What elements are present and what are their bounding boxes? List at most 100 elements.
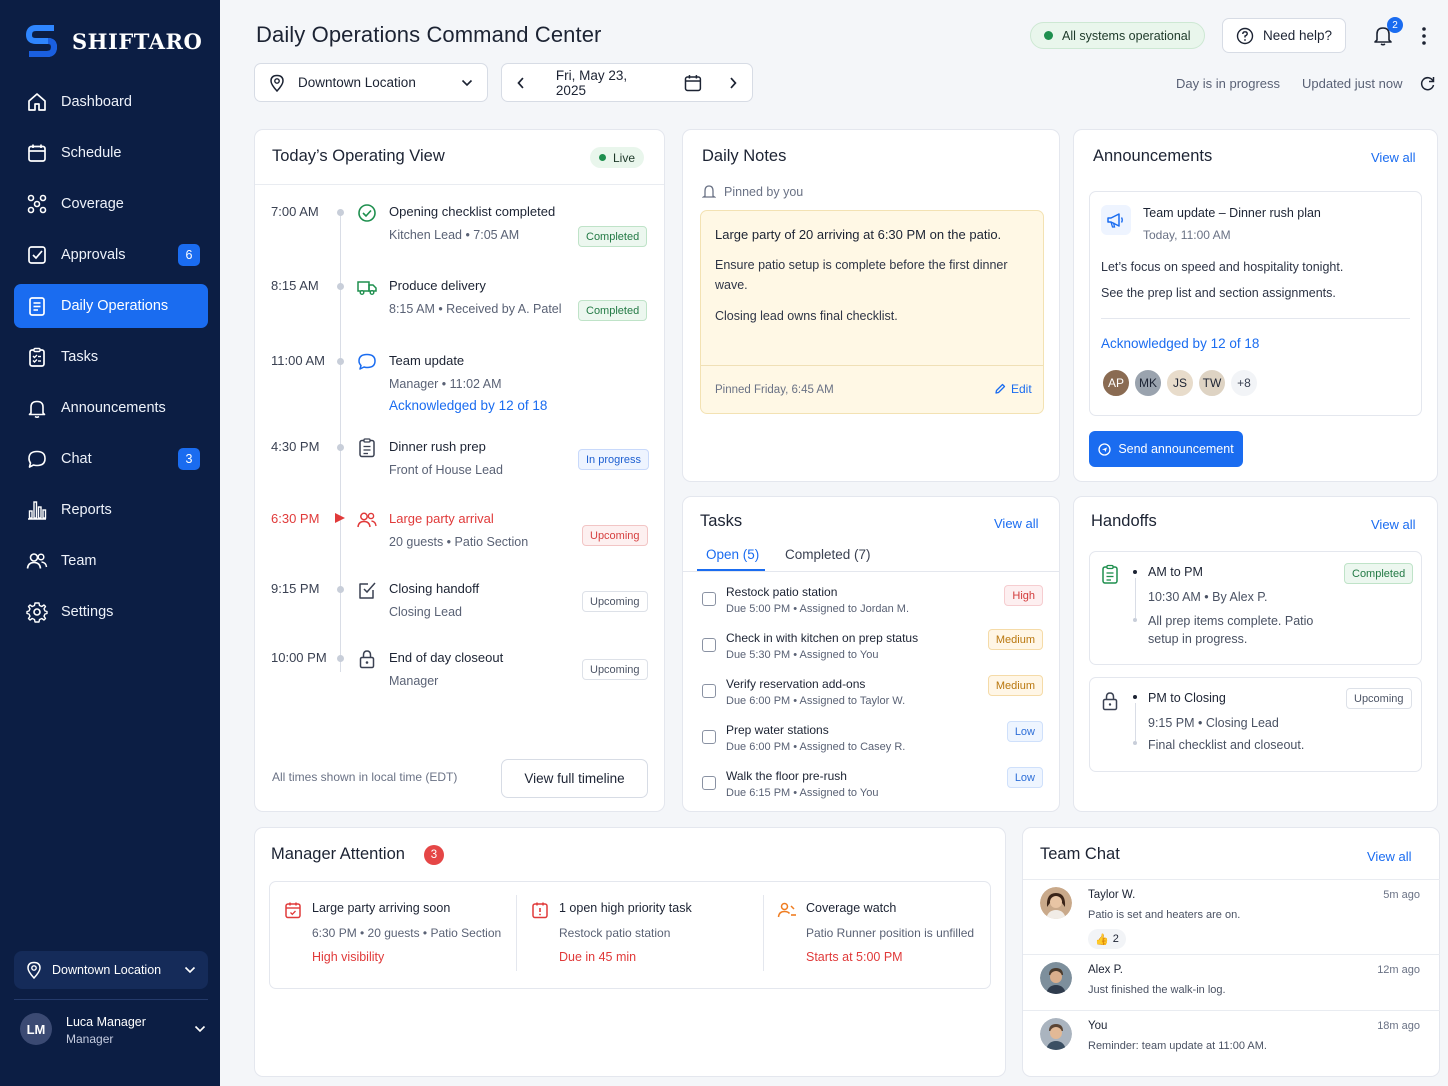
handoff-title: AM to PM [1148, 565, 1203, 579]
chat-message[interactable]: Alex P. Just finished the walk-in log. 1… [1023, 962, 1440, 1002]
user-name: Luca Manager [66, 1015, 146, 1029]
tasks-view-all-link[interactable]: View all [994, 516, 1039, 531]
sidebar-item-approvals[interactable]: Approvals 6 [14, 233, 208, 277]
announcement-divider [1101, 318, 1410, 319]
priority-badge: Low [1006, 721, 1043, 742]
acknowledged-link[interactable]: Acknowledged by 12 of 18 [1101, 336, 1259, 351]
sidebar-item-settings[interactable]: Settings [14, 590, 208, 634]
acknowledged-link[interactable]: Acknowledged by 12 of 18 [389, 398, 547, 413]
timeline-event[interactable]: 10:00 PM End of day closeout Manager Upc… [255, 650, 663, 710]
edit-note-button[interactable]: Edit [994, 382, 1032, 396]
chat-message[interactable]: You Reminder: team update at 11:00 AM. 1… [1023, 1018, 1440, 1058]
announcements-view-all-link[interactable]: View all [1371, 150, 1416, 165]
attention-item-title[interactable]: Large party arriving soon [312, 901, 450, 915]
chevron-down-icon [184, 966, 196, 974]
pinned-by-text: Pinned by you [724, 184, 804, 199]
attention-item-title[interactable]: Coverage watch [806, 901, 896, 915]
event-title: End of day closeout [389, 650, 504, 665]
timeline-dot [337, 655, 344, 662]
updated-text: Updated just now [1302, 76, 1403, 91]
sidebar-location-switcher[interactable]: Downtown Location [14, 951, 208, 989]
task-row[interactable]: Walk the floor pre-rush Due 6:15 PM • As… [684, 767, 1058, 815]
event-time: 7:00 AM [271, 204, 319, 219]
sidebar-item-coverage[interactable]: Coverage [14, 182, 208, 226]
timeline-event[interactable]: 8:15 AM Produce delivery 8:15 AM • Recei… [255, 278, 663, 338]
reaction-button[interactable]: 👍 2 [1088, 929, 1126, 949]
priority-badge: Low [1006, 767, 1043, 788]
task-checkbox[interactable] [702, 592, 716, 606]
send-icon [1098, 442, 1111, 456]
clipboard-icon [26, 295, 48, 317]
refresh-icon[interactable] [1419, 75, 1436, 92]
user-menu[interactable]: LM Luca Manager Manager [20, 1012, 206, 1046]
bell-icon [26, 397, 48, 419]
help-circle-icon [1236, 27, 1254, 44]
more-avatars-count: +8 [1229, 368, 1259, 398]
handoff-note: Final checklist and closeout. [1148, 738, 1305, 752]
calendar-icon[interactable] [684, 74, 702, 92]
location-select[interactable]: Downtown Location [254, 63, 488, 102]
system-status-text: All systems operational [1062, 28, 1191, 43]
task-checkbox[interactable] [702, 684, 716, 698]
sidebar-item-chat[interactable]: Chat 3 [14, 437, 208, 481]
help-button[interactable]: Need help? [1222, 18, 1346, 53]
timeline-event[interactable]: 11:00 AM Team update Manager • 11:02 AM … [255, 353, 663, 413]
edit-label: Edit [1011, 382, 1032, 396]
handoff-meta: 9:15 PM • Closing Lead [1148, 716, 1279, 730]
pencil-icon [995, 383, 1006, 394]
sidebar-item-label: Tasks [61, 349, 99, 365]
view-full-timeline-button[interactable]: View full timeline [501, 759, 648, 798]
tab-open[interactable]: Open (5) [706, 547, 759, 562]
avatar: AP [1101, 368, 1131, 398]
task-checkbox[interactable] [702, 638, 716, 652]
sidebar-item-label: Approvals [61, 247, 126, 263]
tab-completed[interactable]: Completed (7) [785, 547, 871, 562]
team-chat-view-all-link[interactable]: View all [1367, 849, 1412, 864]
handoff-line [1135, 703, 1136, 741]
sidebar-item-reports[interactable]: Reports [14, 488, 208, 532]
handoffs-view-all-link[interactable]: View all [1371, 517, 1416, 532]
handoff-note: All prep items complete. Patio setup in … [1148, 614, 1314, 646]
sidebar-item-dashboard[interactable]: Dashboard [14, 80, 208, 124]
note-divider [701, 365, 1043, 366]
status-badge: Completed [578, 300, 648, 321]
chevron-right-icon[interactable] [728, 76, 738, 90]
task-row[interactable]: Verify reservation add-ons Due 6:00 PM •… [684, 675, 1058, 723]
sidebar-item-tasks[interactable]: Tasks [14, 335, 208, 379]
approvals-count-badge: 6 [178, 244, 200, 266]
current-date[interactable]: Fri, May 23, 2025 [556, 68, 660, 98]
attention-item-title[interactable]: 1 open high priority task [559, 901, 692, 915]
task-row[interactable]: Check in with kitchen on prep status Due… [684, 629, 1058, 677]
check-square-icon [26, 244, 48, 266]
task-row[interactable]: Restock patio station Due 5:00 PM • Assi… [684, 585, 1058, 631]
group-icon [357, 512, 377, 528]
operating-view-title: Today’s Operating View [272, 147, 445, 165]
event-time: 9:15 PM [271, 581, 320, 596]
live-badge: Live [590, 147, 645, 168]
chevron-left-icon[interactable] [516, 76, 526, 90]
sidebar-item-schedule[interactable]: Schedule [14, 131, 208, 175]
timeline-dot [337, 209, 344, 216]
timeline-event[interactable]: 4:30 PM Dinner rush prep Front of House … [255, 438, 663, 499]
timeline-event[interactable]: 6:30 PM Large party arrival 20 guests • … [255, 511, 663, 571]
announcement-date: Today, 11:00 AM [1143, 228, 1231, 242]
send-announcement-button[interactable]: Send announcement [1089, 431, 1243, 467]
event-subtitle: Front of House Lead [389, 463, 503, 477]
task-checkbox[interactable] [702, 730, 716, 744]
task-checkbox[interactable] [702, 776, 716, 790]
sidebar-item-team[interactable]: Team [14, 539, 208, 583]
avatar [1040, 887, 1072, 919]
timeline-event[interactable]: 9:15 PM Closing handoff Closing Lead Upc… [255, 581, 663, 641]
sidebar-item-announcements[interactable]: Announcements [14, 386, 208, 430]
chat-message[interactable]: Taylor W. Patio is set and heaters are o… [1023, 887, 1440, 949]
task-row[interactable]: Prep water stations Due 6:00 PM • Assign… [684, 721, 1058, 769]
more-options-icon[interactable] [1421, 26, 1427, 46]
sidebar-location-label: Downtown Location [52, 963, 162, 977]
card-divider [255, 184, 664, 185]
sidebar-item-daily-operations[interactable]: Daily Operations [14, 284, 208, 328]
chat-text: Reminder: team update at 11:00 AM. [1088, 1040, 1267, 1052]
chat-time: 18m ago [1377, 1020, 1420, 1032]
timeline-event[interactable]: 7:00 AM Opening checklist completed Kitc… [255, 204, 663, 264]
status-badge: Upcoming [582, 591, 648, 612]
brand-logo[interactable]: SHIFTARO [26, 24, 202, 58]
